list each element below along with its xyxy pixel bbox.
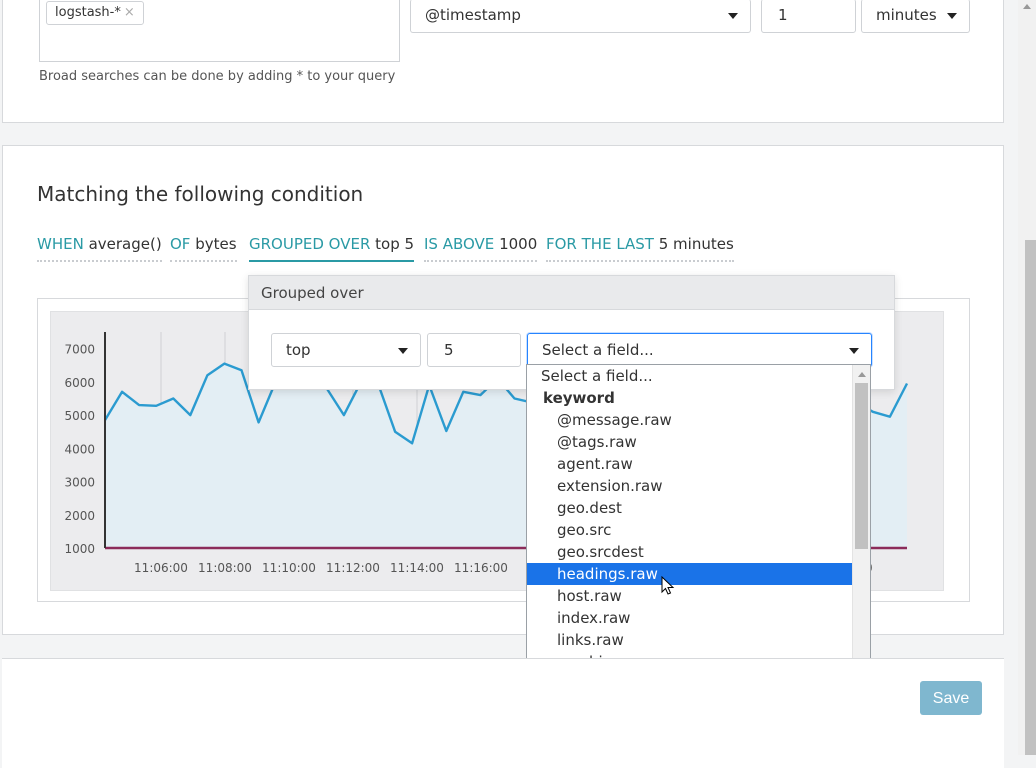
when-keyword: WHEN xyxy=(37,235,84,253)
y-tick-label: 3000 xyxy=(64,476,95,490)
chevron-down-icon xyxy=(728,13,738,19)
dropdown-option[interactable]: geo.src xyxy=(527,519,870,541)
scroll-up-icon[interactable] xyxy=(1023,4,1031,9)
mouse-cursor-icon xyxy=(661,576,675,595)
group-field-value: Select a field... xyxy=(542,341,654,359)
dropdown-option[interactable]: @message.raw xyxy=(527,409,870,431)
of-expression[interactable]: OF bytes xyxy=(170,235,237,262)
footer-panel: Save xyxy=(2,658,1004,768)
group-field-select[interactable]: Select a field... xyxy=(527,333,872,367)
save-button[interactable]: Save xyxy=(920,681,982,715)
interval-unit-select[interactable]: minutes xyxy=(861,0,970,33)
index-pill-label: logstash-* xyxy=(55,5,121,20)
x-tick-label: 11:08:00 xyxy=(198,561,252,575)
group-type-value: top xyxy=(286,341,311,359)
page-scroll-thumb[interactable] xyxy=(1025,240,1036,755)
is-above-expression[interactable]: IS ABOVE 1000 xyxy=(424,235,538,262)
is-above-value: 1000 xyxy=(499,235,538,253)
x-tick-label: 11:16:00 xyxy=(454,561,508,575)
x-tick-label: 11:14:00 xyxy=(390,561,444,575)
for-the-last-value: 5 minutes xyxy=(658,235,734,253)
index-panel: logstash-* × Broad searches can be done b… xyxy=(2,0,1004,123)
dropdown-placeholder-option[interactable]: Select a field... xyxy=(527,365,870,387)
dropdown-option[interactable]: geo.srcdest xyxy=(527,541,870,563)
when-value: average() xyxy=(88,235,162,253)
of-value: bytes xyxy=(195,235,237,253)
y-tick-label: 7000 xyxy=(64,343,95,357)
for-the-last-keyword: FOR THE LAST xyxy=(546,235,654,253)
index-helper-text: Broad searches can be done by adding * t… xyxy=(39,69,396,84)
x-tick-label: 11:10:00 xyxy=(262,561,316,575)
dropdown-option[interactable]: host.raw xyxy=(527,585,870,607)
grouped-over-keyword: GROUPED OVER xyxy=(249,235,371,253)
condition-title: Matching the following condition xyxy=(37,182,364,206)
remove-pill-icon[interactable]: × xyxy=(124,5,135,20)
dropdown-option[interactable]: extension.raw xyxy=(527,475,870,497)
chevron-down-icon xyxy=(398,348,408,354)
dropdown-scroll-thumb[interactable] xyxy=(855,383,868,549)
y-tick-label: 4000 xyxy=(64,442,95,456)
y-tick-label: 5000 xyxy=(64,409,95,423)
dropdown-group-label: keyword xyxy=(543,389,615,407)
for-the-last-expression[interactable]: FOR THE LAST 5 minutes xyxy=(546,235,734,262)
dropdown-option[interactable]: @tags.raw xyxy=(527,431,870,453)
popover-title: Grouped over xyxy=(249,276,894,310)
index-pattern-input[interactable]: logstash-* × xyxy=(39,0,400,62)
index-pill: logstash-* × xyxy=(46,1,144,25)
interval-value-input[interactable]: 1 xyxy=(761,0,856,33)
y-tick-label: 2000 xyxy=(64,509,95,523)
scroll-up-icon[interactable] xyxy=(858,372,866,377)
time-field-select[interactable]: @timestamp xyxy=(410,0,751,33)
dropdown-option[interactable]: headings.raw xyxy=(527,563,852,585)
grouped-over-expression[interactable]: GROUPED OVER top 5 xyxy=(249,235,415,262)
is-above-keyword: IS ABOVE xyxy=(424,235,495,253)
dropdown-option[interactable]: agent.raw xyxy=(527,453,870,475)
y-tick-label: 6000 xyxy=(64,376,95,390)
group-size-input[interactable]: 5 xyxy=(427,333,521,367)
dropdown-option[interactable]: index.raw xyxy=(527,607,870,629)
dropdown-option[interactable]: geo.dest xyxy=(527,497,870,519)
page-scrollbar[interactable] xyxy=(1018,0,1036,755)
time-field-value: @timestamp xyxy=(425,6,521,24)
interval-unit-value: minutes xyxy=(876,6,937,24)
chevron-down-icon xyxy=(849,348,859,354)
chevron-down-icon xyxy=(947,13,957,19)
y-tick-label: 1000 xyxy=(64,542,95,556)
grouped-over-value: top 5 xyxy=(375,235,415,253)
when-expression[interactable]: WHEN average() xyxy=(37,235,162,262)
x-tick-label: 11:06:00 xyxy=(134,561,188,575)
dropdown-option[interactable]: links.raw xyxy=(527,629,870,651)
group-type-select[interactable]: top xyxy=(271,333,421,367)
x-tick-label: 11:12:00 xyxy=(326,561,380,575)
of-keyword: OF xyxy=(170,235,191,253)
